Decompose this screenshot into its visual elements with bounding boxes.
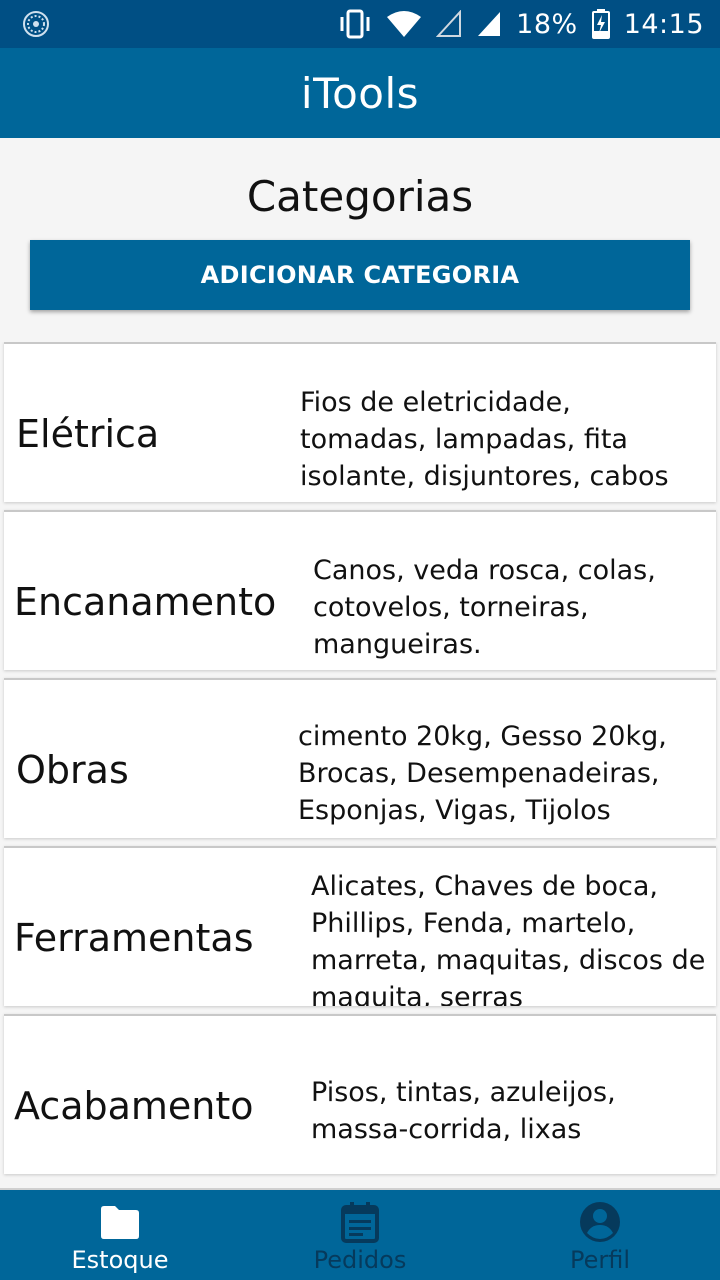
category-description: cimento 20kg, Gesso 20kg, Brocas, Desemp… bbox=[298, 721, 667, 826]
wifi-icon bbox=[387, 11, 422, 37]
category-description: Pisos, tintas, azuleijos, massa-corrida,… bbox=[311, 1077, 616, 1145]
nav-item-perfil[interactable]: Perfil bbox=[480, 1190, 720, 1280]
battery-charging-icon bbox=[591, 9, 610, 39]
category-card[interactable]: Encanamento Canos, veda rosca, colas, co… bbox=[4, 510, 716, 670]
battery-percentage: 18% bbox=[516, 8, 578, 40]
nav-label: Pedidos bbox=[313, 1246, 407, 1274]
category-name: Ferramentas bbox=[14, 916, 254, 960]
category-card[interactable]: Ferramentas Alicates, Chaves de boca, Ph… bbox=[4, 846, 716, 1006]
category-card[interactable]: Obras cimento 20kg, Gesso 20kg, Brocas, … bbox=[4, 678, 716, 838]
category-card[interactable]: Elétrica Fios de eletricidade, tomadas, … bbox=[4, 342, 716, 502]
bottom-navigation: Estoque Pedidos Perfil bbox=[0, 1188, 720, 1280]
app-bar: iTools bbox=[0, 48, 720, 138]
page-title: Categorias bbox=[246, 172, 474, 221]
category-description: Fios de eletricidade, tomadas, lampadas,… bbox=[300, 387, 669, 492]
nav-item-pedidos[interactable]: Pedidos bbox=[240, 1190, 480, 1280]
nav-label: Estoque bbox=[71, 1246, 169, 1274]
calendar-list-icon bbox=[341, 1202, 379, 1243]
nav-item-estoque[interactable]: Estoque bbox=[0, 1190, 240, 1280]
add-category-button[interactable]: ADICIONAR CATEGORIA bbox=[30, 240, 690, 310]
account-circle-icon bbox=[580, 1202, 620, 1242]
app-title: iTools bbox=[300, 68, 420, 118]
category-name: Obras bbox=[16, 748, 129, 792]
folder-icon bbox=[101, 1206, 139, 1239]
vibrate-icon bbox=[340, 9, 370, 39]
status-bar: 18% 14:15 bbox=[0, 0, 720, 48]
signal-empty-icon bbox=[436, 10, 462, 37]
signal-icon bbox=[478, 12, 501, 36]
notification-icon bbox=[23, 11, 49, 37]
status-time: 14:15 bbox=[623, 8, 704, 40]
category-name: Elétrica bbox=[16, 412, 160, 456]
nav-label: Perfil bbox=[569, 1246, 631, 1274]
category-list[interactable]: Elétrica Fios de eletricidade, tomadas, … bbox=[0, 342, 720, 1188]
category-name: Acabamento bbox=[14, 1084, 254, 1128]
category-card[interactable]: Acabamento Pisos, tintas, azuleijos, mas… bbox=[4, 1014, 716, 1174]
category-description: Canos, veda rosca, colas, cotovelos, tor… bbox=[313, 555, 656, 660]
category-description: Alicates, Chaves de boca, Phillips, Fend… bbox=[311, 871, 706, 1006]
category-name: Encanamento bbox=[14, 580, 277, 624]
